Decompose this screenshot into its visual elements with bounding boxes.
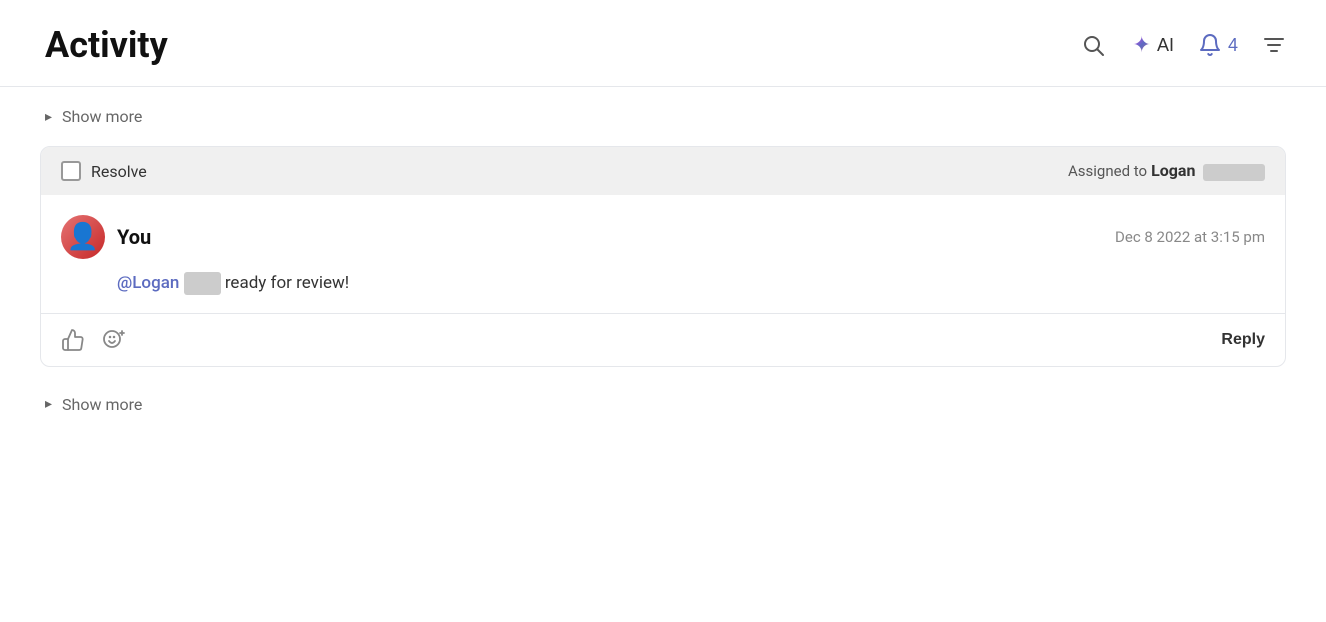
message-rest: ready for review!: [225, 273, 349, 293]
chevron-right-icon: ▸: [45, 109, 52, 125]
main-content: ▸ Show more Resolve Assigned to Logan ██…: [0, 87, 1326, 434]
filter-icon: [1262, 33, 1286, 57]
comment-header: 👤 You Dec 8 2022 at 3:15 pm: [61, 215, 1265, 259]
mention: @Logan: [117, 273, 179, 293]
emoji-add-button[interactable]: [101, 328, 125, 352]
show-more-top[interactable]: ▸ Show more: [40, 87, 1286, 146]
filter-button[interactable]: [1262, 33, 1286, 57]
notification-count: 4: [1228, 35, 1238, 56]
assigned-text: Assigned to: [1068, 162, 1147, 180]
emoji-add-icon: [101, 328, 125, 352]
ai-button[interactable]: ✦ AI: [1133, 32, 1174, 58]
resolve-bar: Resolve Assigned to Logan █████: [41, 147, 1285, 195]
comment-text: @Logan ready for review!: [61, 271, 1265, 297]
notifications-button[interactable]: 4: [1198, 33, 1238, 57]
chevron-right-icon-bottom: ▸: [45, 396, 52, 412]
ai-label: AI: [1157, 35, 1174, 56]
thumbs-up-icon: [61, 328, 85, 352]
author-name: You: [117, 225, 151, 249]
show-more-top-label: Show more: [62, 107, 142, 126]
assigned-name-blurred: █████: [1203, 164, 1265, 181]
blurred-word: [184, 272, 221, 295]
sparkle-icon: ✦: [1133, 32, 1151, 58]
resolve-label: Resolve: [91, 162, 147, 181]
reply-button[interactable]: Reply: [1221, 331, 1265, 349]
avatar-face: 👤: [67, 224, 99, 250]
avatar: 👤: [61, 215, 105, 259]
show-more-bottom[interactable]: ▸ Show more: [40, 375, 1286, 434]
comment-timestamp: Dec 8 2022 at 3:15 pm: [1115, 228, 1265, 246]
comment-body: 👤 You Dec 8 2022 at 3:15 pm @Logan ready…: [41, 195, 1285, 314]
page-title: Activity: [45, 24, 168, 66]
bell-icon: [1198, 33, 1222, 57]
show-more-bottom-label: Show more: [62, 395, 142, 414]
thumbs-up-button[interactable]: [61, 328, 85, 352]
header-actions: ✦ AI 4: [1077, 29, 1286, 61]
assign-info: Assigned to Logan █████: [1068, 161, 1265, 180]
comment-card: Resolve Assigned to Logan █████ 👤 You De…: [40, 146, 1286, 367]
comment-actions: Reply: [41, 314, 1285, 366]
header: Activity ✦ AI 4: [0, 0, 1326, 87]
resolve-checkbox[interactable]: [61, 161, 81, 181]
resolve-left: Resolve: [61, 161, 147, 181]
action-icons: [61, 328, 125, 352]
comment-author: 👤 You: [61, 215, 151, 259]
assigned-name: Logan: [1151, 161, 1195, 180]
search-icon: [1081, 33, 1105, 57]
search-button[interactable]: [1077, 29, 1109, 61]
